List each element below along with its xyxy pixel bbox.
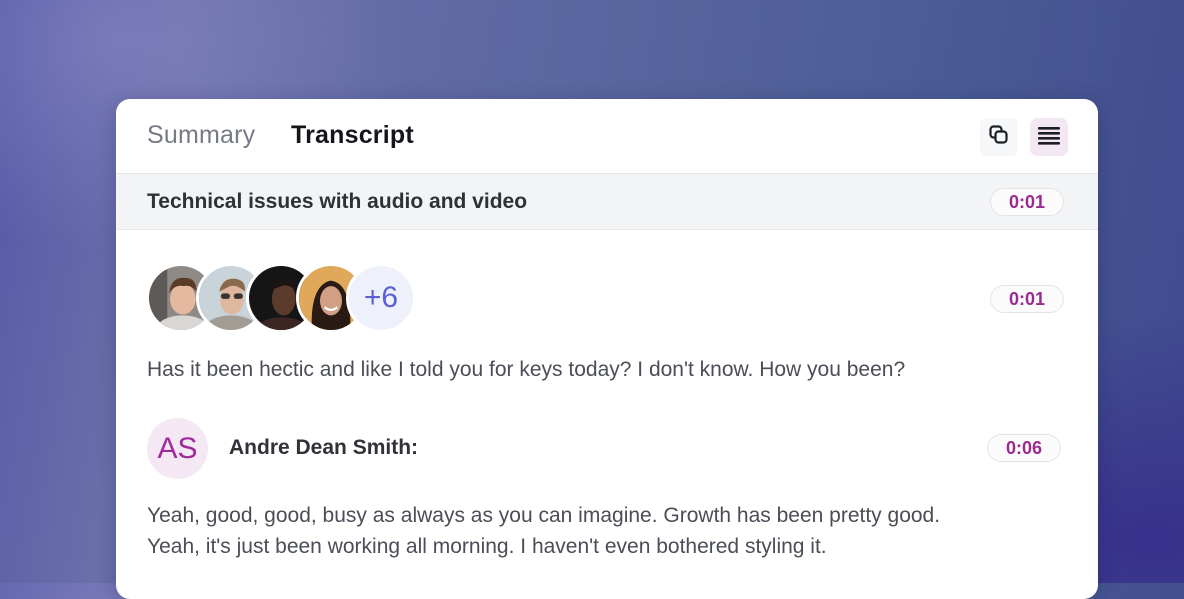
copy-button[interactable] (980, 118, 1018, 156)
entry-timestamp[interactable]: 0:06 (987, 434, 1062, 462)
message-line: Yeah, it's just been working all morning… (147, 535, 827, 558)
tab-transcript[interactable]: Transcript (291, 121, 414, 150)
tab-summary[interactable]: Summary (147, 121, 255, 150)
entry-timestamp[interactable]: 0:01 (990, 285, 1065, 313)
more-participants-badge[interactable]: +6 (346, 263, 416, 333)
message-text: Has it been hectic and like I told you f… (147, 358, 906, 381)
transcript-view-button[interactable] (1030, 118, 1068, 156)
menu-lines-icon (1037, 125, 1061, 150)
message-text: Yeah, good, good, busy as always as you … (147, 500, 940, 562)
transcript-panel: Summary Transcript Technical issues with… (116, 99, 1098, 599)
section-timestamp[interactable]: 0:01 (990, 188, 1065, 216)
tab-bar: Summary Transcript (116, 99, 1098, 173)
message-line: Yeah, good, good, busy as always as you … (147, 504, 941, 527)
copy-icon (988, 124, 1010, 151)
section-title: Technical issues with audio and video (147, 190, 528, 213)
speaker-name: Andre Dean Smith: (229, 436, 419, 459)
speaker-avatar: AS (147, 418, 208, 479)
section-header: Technical issues with audio and video 0:… (116, 173, 1098, 230)
